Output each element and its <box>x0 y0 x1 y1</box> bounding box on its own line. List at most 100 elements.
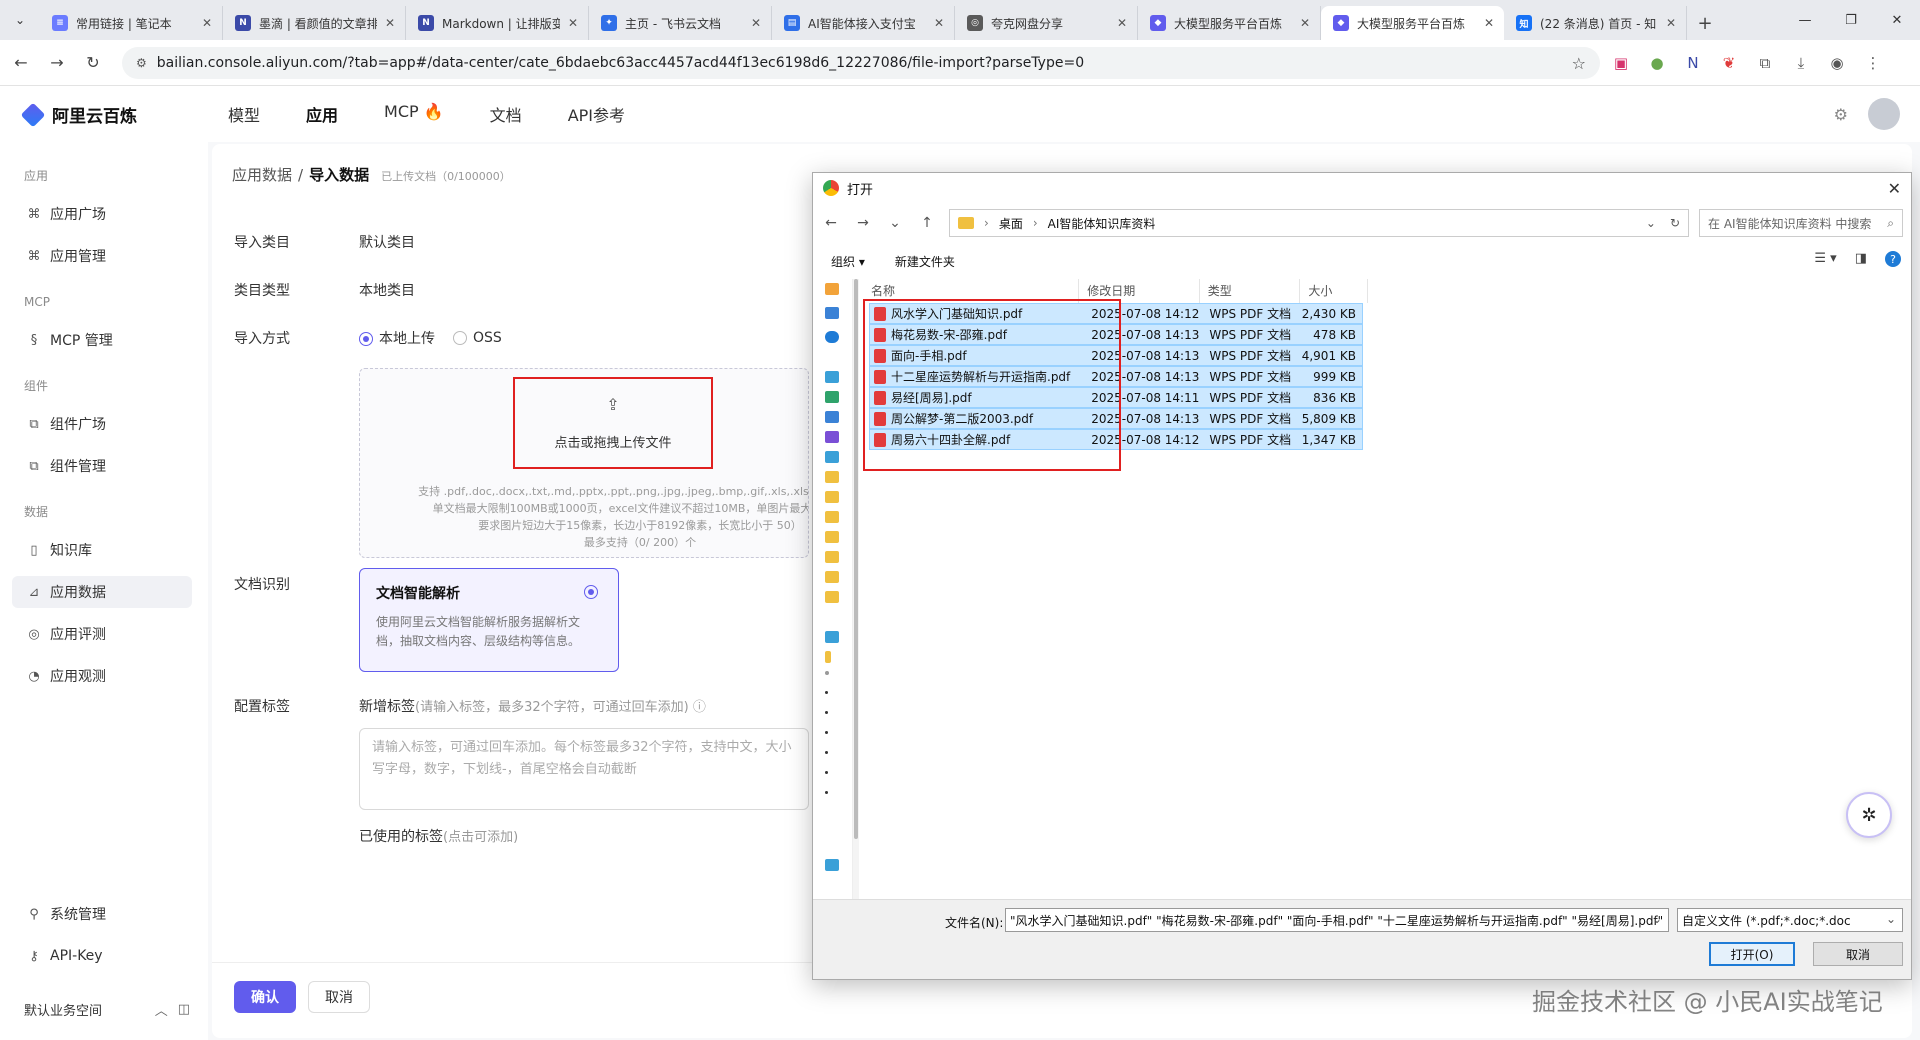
cancel-button[interactable]: 取消 <box>308 981 370 1013</box>
sidebar-item-app-square[interactable]: ⌘ 应用广场 <box>12 198 192 230</box>
downloads-icon[interactable] <box>825 391 839 403</box>
drive-icon[interactable] <box>825 731 828 734</box>
home-icon[interactable] <box>825 283 839 295</box>
dialog-close-icon[interactable]: ✕ <box>1888 179 1901 198</box>
scrollbar-thumb[interactable] <box>854 279 858 839</box>
extension-n-icon[interactable]: N <box>1682 48 1704 78</box>
chevron-down-icon[interactable]: ⌄ <box>1652 912 1662 926</box>
browser-tab[interactable]: N 墨滴 | 看颜值的文章排版 ✕ <box>223 6 406 40</box>
tag-input[interactable]: 请输入标签，可通过回车添加。每个标签最多32个字符，支持中文，大小写字母，数字，… <box>359 728 809 810</box>
sidebar-item-comp-square[interactable]: ⧉ 组件广场 <box>12 408 192 440</box>
browser-tab[interactable]: ◎ 夸克网盘分享 ✕ <box>955 6 1138 40</box>
smart-parse-radio[interactable] <box>584 585 598 599</box>
profile-icon[interactable]: ◉ <box>1826 48 1848 78</box>
settings-gear-icon[interactable]: ⚙ <box>1834 105 1848 124</box>
dialog-forward-icon[interactable]: → <box>849 209 877 237</box>
upload-dropzone[interactable]: ⇪ 点击或拖拽上传文件 支持 .pdf,.doc,.docx,.txt,.md,… <box>359 368 809 558</box>
help-icon[interactable]: ? <box>1885 251 1901 267</box>
dialog-search-input[interactable]: 在 AI智能体知识库资料 中搜索 ⌕ <box>1699 209 1903 237</box>
reload-icon[interactable]: ↻ <box>78 48 108 78</box>
sidebar-item-knowledge[interactable]: ▯ 知识库 <box>12 534 192 566</box>
preview-pane-icon[interactable]: ◨ <box>1855 251 1867 267</box>
column-type[interactable]: 类型 <box>1200 279 1301 303</box>
sidebar-item-app-observe[interactable]: ◔ 应用观测 <box>12 660 192 692</box>
tab-close-icon[interactable]: ✕ <box>568 16 578 30</box>
folder-icon[interactable] <box>825 591 839 603</box>
extensions-puzzle-icon[interactable]: ⧉ <box>1754 48 1776 78</box>
browser-tab[interactable]: ✦ 主页 - 飞书云文档 ✕ <box>589 6 772 40</box>
drive-icon[interactable] <box>825 751 828 754</box>
download-icon[interactable]: ⤓ <box>1790 48 1812 78</box>
browser-tab[interactable]: N Markdown | 让排版变 ✕ <box>406 6 589 40</box>
sidebar-item-comp-manage[interactable]: ⧉ 组件管理 <box>12 450 192 482</box>
top-nav-item[interactable]: 模型 <box>228 102 260 126</box>
minimize-icon[interactable]: — <box>1782 0 1828 40</box>
gallery-icon[interactable] <box>825 307 839 319</box>
confirm-button[interactable]: 确认 <box>234 981 296 1013</box>
folder-icon[interactable] <box>825 571 839 583</box>
pictures-icon[interactable] <box>825 451 839 463</box>
folder-icon[interactable] <box>825 551 839 563</box>
open-button[interactable]: 打开(O) <box>1709 942 1795 966</box>
forward-icon[interactable]: → <box>42 48 72 78</box>
filename-input[interactable]: "风水学入门基础知识.pdf" "梅花易数-宋-邵雍.pdf" "面向-手相.p… <box>1005 908 1669 932</box>
nav-pane-scrollbar[interactable] <box>853 279 859 899</box>
bookmark-star-icon[interactable]: ☆ <box>1572 54 1586 73</box>
back-icon[interactable]: ← <box>6 48 36 78</box>
folder-icon[interactable] <box>825 471 839 483</box>
top-nav-item[interactable]: 文档 <box>490 102 522 126</box>
tab-close-icon[interactable]: ✕ <box>934 16 944 30</box>
close-window-icon[interactable]: ✕ <box>1874 0 1920 40</box>
drive-icon[interactable] <box>825 771 828 774</box>
smart-parse-option[interactable]: 文档智能解析 使用阿里云文档智能解析服务据解析文档，抽取文档内容、层级结构等信息… <box>359 568 619 672</box>
drive-icon[interactable] <box>825 791 828 794</box>
radio-local-upload[interactable]: 本地上传 <box>359 328 435 348</box>
dialog-path-bar[interactable]: › 桌面 › AI智能体知识库资料 ⌄ ↻ <box>949 209 1689 237</box>
workspace-switcher[interactable]: 默认业务空间 ︿ ◫ <box>24 1000 190 1019</box>
dialog-up-icon[interactable]: ↑ <box>913 209 941 237</box>
browser-tab[interactable]: ≡ 常用链接 | 笔记本 ✕ <box>40 6 223 40</box>
extension-red-icon[interactable]: ❦ <box>1718 48 1740 78</box>
tab-close-icon[interactable]: ✕ <box>751 16 761 30</box>
tab-search-icon[interactable]: ⌄ <box>0 0 40 40</box>
sidebar-item-app-manage[interactable]: ⌘ 应用管理 <box>12 240 192 272</box>
address-bar[interactable]: ⚙ bailian.console.aliyun.com/?tab=app#/d… <box>122 47 1600 79</box>
drive-icon[interactable] <box>825 691 828 694</box>
sidebar-item-api-key[interactable]: ⚷ API-Key <box>12 940 192 972</box>
extension-green-icon[interactable]: ● <box>1646 48 1668 78</box>
upload-trigger[interactable]: ⇪ 点击或拖拽上传文件 <box>513 377 713 469</box>
top-nav-item[interactable]: MCP 🔥 <box>384 102 444 126</box>
tab-close-icon[interactable]: ✕ <box>1300 16 1310 30</box>
drive-icon[interactable] <box>825 671 829 675</box>
folder-icon[interactable] <box>825 491 839 503</box>
videos-icon[interactable] <box>825 431 839 443</box>
sidebar-item-mcp-manage[interactable]: § MCP 管理 <box>12 324 192 356</box>
column-size[interactable]: 大小 <box>1300 279 1368 303</box>
path-dropdown-icon[interactable]: ⌄ <box>1646 216 1656 230</box>
browser-tab[interactable]: ◆ 大模型服务平台百炼 ✕ <box>1321 6 1504 40</box>
desktop-icon[interactable] <box>825 371 839 383</box>
sidebar-item-app-data[interactable]: ⊿ 应用数据 <box>12 576 192 608</box>
onedrive-icon[interactable] <box>825 331 839 343</box>
new-tab-icon[interactable]: + <box>1687 6 1723 40</box>
view-options-icon[interactable]: ☰ ▾ <box>1814 251 1836 267</box>
tab-close-icon[interactable]: ✕ <box>1117 16 1127 30</box>
drive-icon[interactable] <box>825 711 828 714</box>
organize-menu[interactable]: 组织 ▾ <box>831 253 865 270</box>
floating-assistant-icon[interactable]: ✲ <box>1846 792 1892 838</box>
user-avatar[interactable] <box>1868 98 1900 130</box>
dialog-back-icon[interactable]: ← <box>817 209 845 237</box>
app-logo[interactable]: 阿里云百炼 <box>20 102 137 127</box>
tab-close-icon[interactable]: ✕ <box>202 16 212 30</box>
breadcrumb-parent[interactable]: 应用数据 <box>232 164 292 185</box>
documents-icon[interactable] <box>825 411 839 423</box>
top-nav-item[interactable]: 应用 <box>306 102 338 126</box>
site-info-icon[interactable]: ⚙ <box>136 56 147 70</box>
restore-icon[interactable]: ❐ <box>1828 0 1874 40</box>
folder-icon[interactable] <box>825 511 839 523</box>
tab-close-icon[interactable]: ✕ <box>385 16 395 30</box>
collapse-sidebar-icon[interactable]: ◫ <box>178 1002 190 1017</box>
filetype-select[interactable]: 自定义文件 (*.pdf;*.doc;*.doc ⌄ <box>1677 908 1903 932</box>
path-segment-folder[interactable]: AI智能体知识库资料 <box>1048 215 1156 232</box>
path-refresh-icon[interactable]: ↻ <box>1670 216 1680 230</box>
